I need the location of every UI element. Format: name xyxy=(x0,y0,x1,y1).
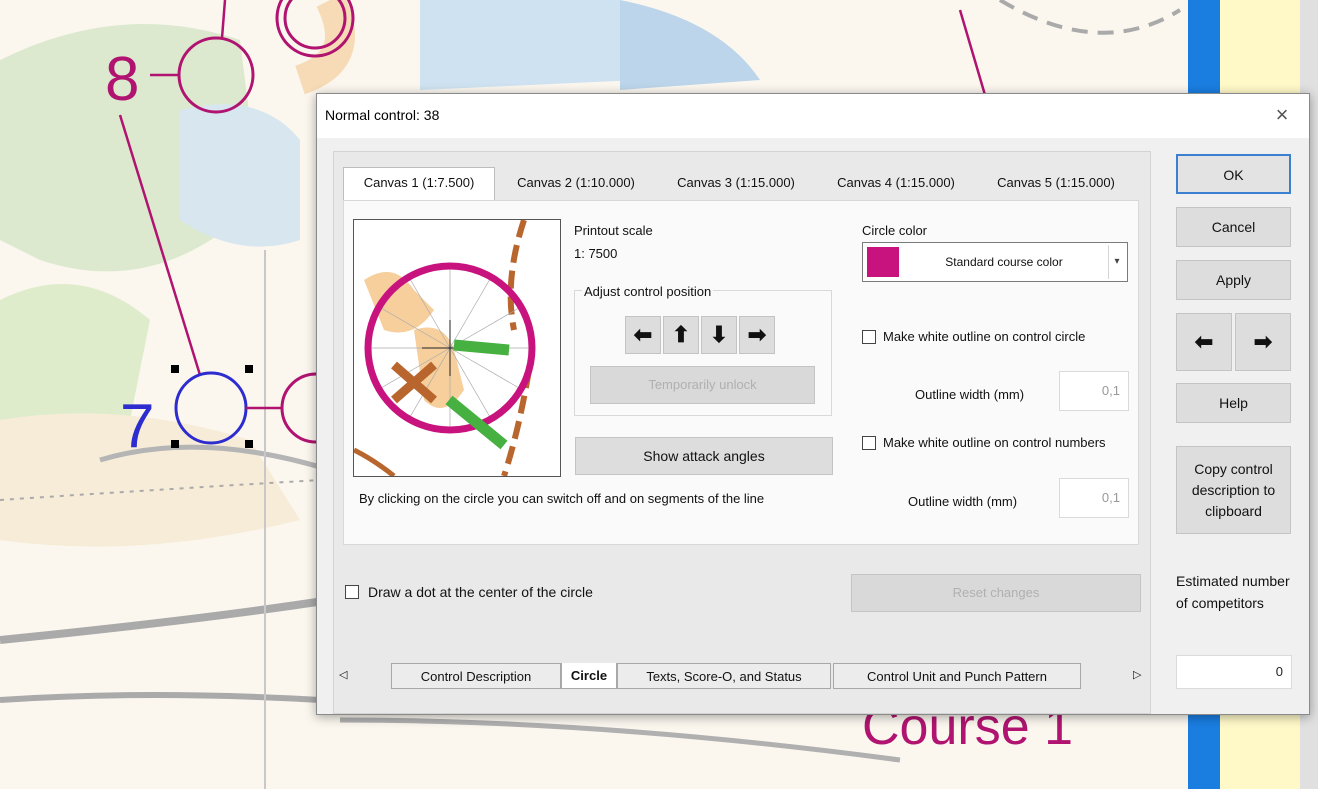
draw-dot-checkbox[interactable] xyxy=(345,585,359,599)
tab-texts-score-status[interactable]: Texts, Score-O, and Status xyxy=(617,663,831,689)
circle-color-swatch xyxy=(867,247,899,277)
tab-canvas-5[interactable]: Canvas 5 (1:15.000) xyxy=(977,168,1135,198)
temporarily-unlock-button[interactable]: Temporarily unlock xyxy=(590,366,815,404)
cancel-button[interactable]: Cancel xyxy=(1176,207,1291,247)
normal-control-dialog: Normal control: 38 × Canvas 1 (1:7.500) … xyxy=(316,93,1310,715)
tab-control-description[interactable]: Control Description xyxy=(391,663,561,689)
white-outline-circle-label: Make white outline on control circle xyxy=(883,329,1086,344)
preview-drawing xyxy=(354,220,536,476)
tab-circle[interactable]: Circle xyxy=(561,663,617,689)
tab-canvas-1[interactable]: Canvas 1 (1:7.500) xyxy=(343,167,495,200)
ok-button[interactable]: OK xyxy=(1176,154,1291,194)
previous-control-button[interactable]: ⬅ xyxy=(1176,313,1232,371)
tab-canvas-3[interactable]: Canvas 3 (1:15.000) xyxy=(657,168,815,198)
circle-color-value: Standard course color xyxy=(945,255,1063,269)
tab-control-unit-punch[interactable]: Control Unit and Punch Pattern xyxy=(833,663,1081,689)
map-control-number-7: 7 xyxy=(120,392,154,461)
circle-color-label: Circle color xyxy=(862,223,928,238)
map-control-number-8: 8 xyxy=(105,45,139,114)
outline-width-label-numbers: Outline width (mm) xyxy=(908,494,1018,509)
move-left-button[interactable]: ⬅ xyxy=(625,316,661,354)
show-attack-angles-button[interactable]: Show attack angles xyxy=(575,437,833,475)
tab-canvas-2[interactable]: Canvas 2 (1:10.000) xyxy=(497,168,655,198)
circle-color-select[interactable]: Standard course color ▾ xyxy=(862,242,1128,282)
chevron-down-icon: ▾ xyxy=(1108,245,1125,279)
move-up-button[interactable]: ⬆ xyxy=(663,316,699,354)
dialog-title: Normal control: 38 xyxy=(325,107,440,123)
tab-canvas-4[interactable]: Canvas 4 (1:15.000) xyxy=(817,168,975,198)
help-button[interactable]: Help xyxy=(1176,383,1291,423)
circle-preview[interactable] xyxy=(353,219,561,477)
scroll-right-icon[interactable]: ▷ xyxy=(1133,668,1141,681)
reset-changes-button[interactable]: Reset changes xyxy=(851,574,1141,612)
apply-button[interactable]: Apply xyxy=(1176,260,1291,300)
next-control-button[interactable]: ➡ xyxy=(1235,313,1291,371)
printout-scale-label: Printout scale xyxy=(574,223,653,238)
outline-width-circle-input[interactable]: 0,1 xyxy=(1059,371,1129,411)
move-down-button[interactable]: ⬇ xyxy=(701,316,737,354)
outline-width-numbers-input[interactable]: 0,1 xyxy=(1059,478,1129,518)
circle-hint-text: By clicking on the circle you can switch… xyxy=(359,491,765,506)
printout-scale-value: 1: 7500 xyxy=(574,246,618,261)
adjust-position-label: Adjust control position xyxy=(582,284,714,299)
close-icon[interactable]: × xyxy=(1267,100,1297,130)
estimated-competitors-label: Estimated number of competitors xyxy=(1176,573,1290,611)
copy-description-button[interactable]: Copy control description to clipboard xyxy=(1176,446,1291,534)
white-outline-numbers-label: Make white outline on control numbers xyxy=(883,435,1106,450)
outline-width-label-circle: Outline width (mm) xyxy=(915,387,1025,402)
move-right-button[interactable]: ➡ xyxy=(739,316,775,354)
estimated-competitors-input[interactable]: 0 xyxy=(1176,655,1292,689)
white-outline-numbers-checkbox[interactable] xyxy=(862,436,876,450)
draw-dot-label: Draw a dot at the center of the circle xyxy=(368,584,593,600)
white-outline-circle-checkbox[interactable] xyxy=(862,330,876,344)
scroll-left-icon[interactable]: ◁ xyxy=(339,668,347,681)
dialog-titlebar: Normal control: 38 × xyxy=(317,94,1309,138)
